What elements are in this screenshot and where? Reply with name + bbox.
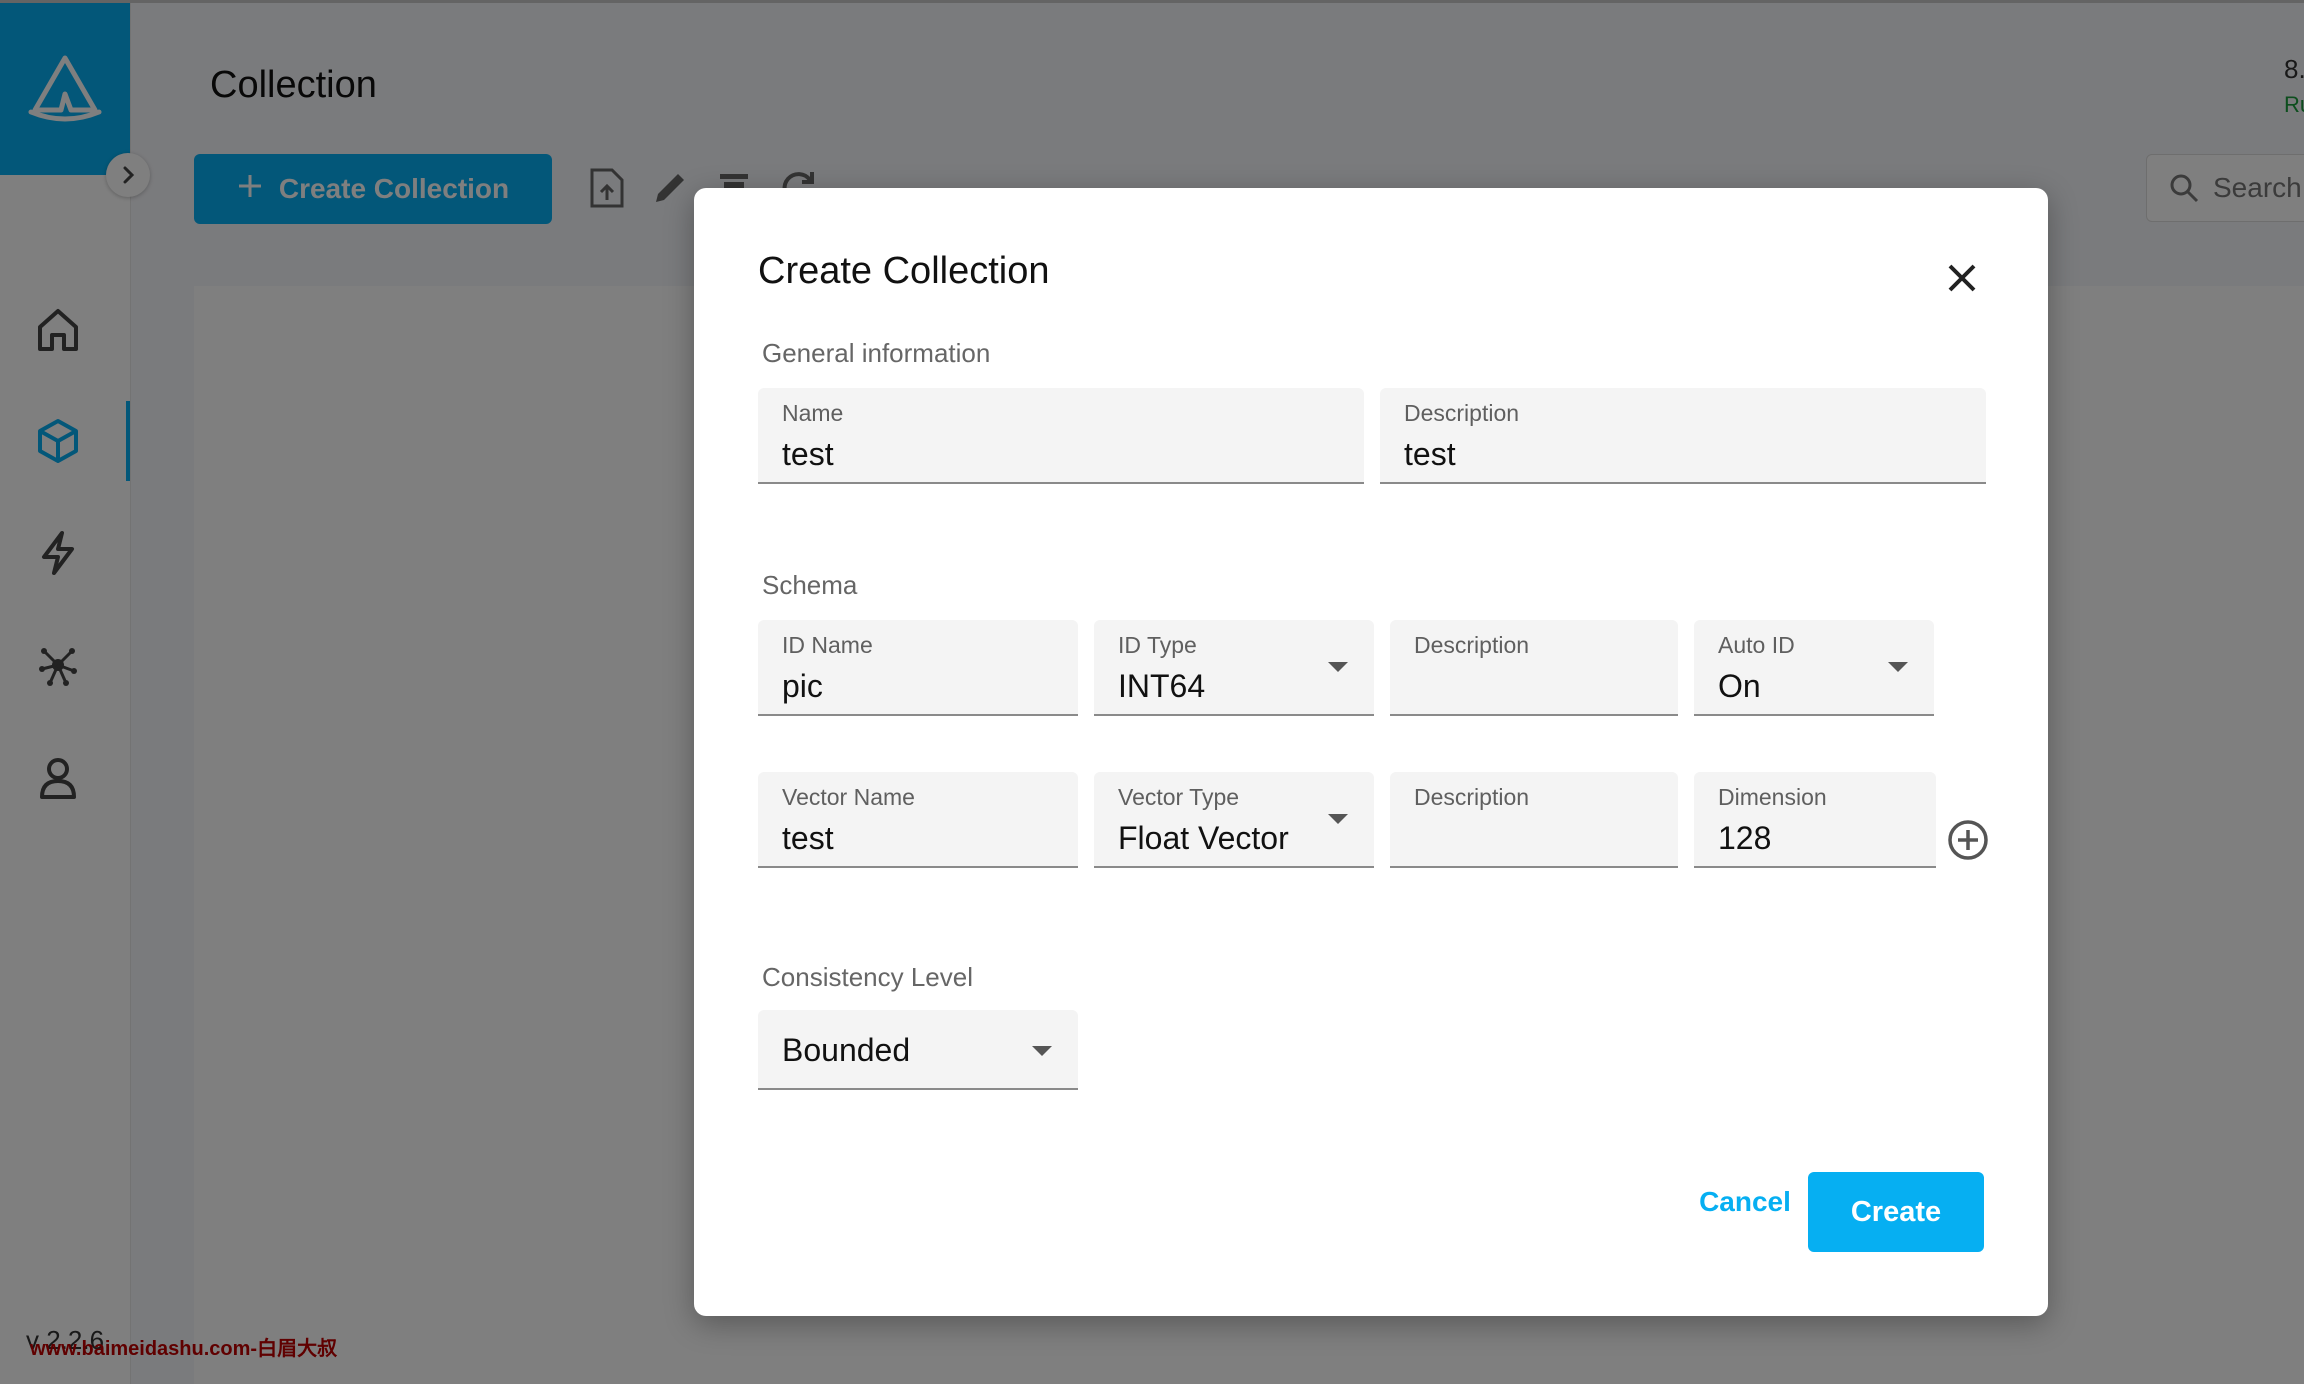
vector-description-label: Description [1414, 784, 1530, 810]
name-value: test [782, 436, 834, 472]
create-button[interactable]: Create [1808, 1172, 1984, 1252]
add-field-button[interactable] [1946, 818, 1990, 862]
description-value: test [1404, 436, 1456, 472]
id-name-field[interactable]: ID Name pic [758, 620, 1078, 716]
vector-name-value: test [782, 820, 834, 856]
description-label: Description [1404, 400, 1520, 426]
add-circle-icon [1948, 820, 1988, 860]
schema-label: Schema [762, 570, 858, 600]
name-label: Name [782, 400, 844, 426]
vector-description-field[interactable]: Description [1390, 772, 1678, 868]
dimension-field[interactable]: Dimension 128 [1694, 772, 1936, 868]
consistency-level-label: Consistency Level [762, 962, 973, 992]
vector-type-label: Vector Type [1118, 784, 1240, 810]
vector-name-label: Vector Name [782, 784, 915, 810]
collection-description-field[interactable]: Description test [1380, 388, 1986, 484]
consistency-level-value: Bounded [782, 1032, 911, 1068]
cancel-button[interactable]: Cancel [1690, 1172, 1800, 1232]
id-name-value: pic [782, 668, 823, 704]
dropdown-arrow-icon [1328, 662, 1348, 672]
dimension-label: Dimension [1718, 784, 1827, 810]
close-icon [1948, 264, 1976, 292]
auto-id-select[interactable]: Auto ID On [1694, 620, 1934, 716]
id-description-label: Description [1414, 632, 1530, 658]
collection-name-field[interactable]: Name test [758, 388, 1364, 484]
auto-id-label: Auto ID [1718, 632, 1795, 658]
dropdown-arrow-icon [1328, 814, 1348, 824]
id-type-label: ID Type [1118, 632, 1197, 658]
id-type-value: INT64 [1118, 668, 1206, 704]
general-info-label: General information [762, 338, 991, 368]
dimension-value: 128 [1718, 820, 1772, 856]
vector-type-value: Float Vector [1118, 820, 1289, 856]
auto-id-value: On [1718, 668, 1761, 704]
vector-type-select[interactable]: Vector Type Float Vector [1094, 772, 1374, 868]
vector-name-field[interactable]: Vector Name test [758, 772, 1078, 868]
dropdown-arrow-icon [1032, 1046, 1052, 1056]
id-name-label: ID Name [782, 632, 873, 658]
dialog-title: Create Collection [758, 250, 1050, 292]
dropdown-arrow-icon [1888, 662, 1908, 672]
dialog-close-button[interactable] [1938, 254, 1986, 302]
id-type-select[interactable]: ID Type INT64 [1094, 620, 1374, 716]
consistency-level-select[interactable]: Bounded [758, 1010, 1078, 1090]
id-description-field[interactable]: Description [1390, 620, 1678, 716]
create-collection-dialog: Create Collection General information Na… [694, 188, 2048, 1316]
